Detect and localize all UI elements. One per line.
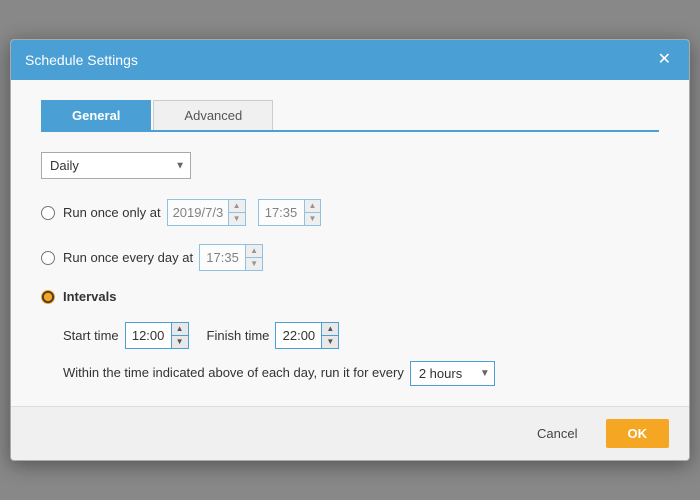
run-once-time-up[interactable]: ▲ bbox=[305, 200, 321, 213]
finish-time-input[interactable] bbox=[276, 323, 321, 348]
title-bar: Schedule Settings ✕ bbox=[11, 40, 689, 80]
run-once-time-buttons: ▲ ▼ bbox=[304, 200, 321, 225]
hours-select-wrapper: 1 hours 2 hours 3 hours 4 hours 6 hours … bbox=[410, 361, 495, 386]
run-once-time-input[interactable] bbox=[259, 200, 304, 225]
intervals-radio-row: Intervals bbox=[41, 289, 659, 304]
finish-time-label: Finish time bbox=[207, 328, 270, 343]
run-daily-time-up[interactable]: ▲ bbox=[246, 245, 262, 258]
tabs-container: General Advanced bbox=[41, 100, 659, 132]
run-daily-radio[interactable] bbox=[41, 251, 55, 265]
run-once-date-buttons: ▲ ▼ bbox=[228, 200, 245, 225]
start-time-down[interactable]: ▼ bbox=[172, 336, 188, 348]
within-row: Within the time indicated above of each … bbox=[63, 361, 659, 386]
close-button[interactable]: ✕ bbox=[654, 50, 675, 70]
cancel-button[interactable]: Cancel bbox=[519, 419, 595, 448]
frequency-row: Daily Weekly Monthly ▼ bbox=[41, 152, 659, 179]
frequency-select[interactable]: Daily Weekly Monthly bbox=[41, 152, 191, 179]
finish-time-buttons: ▲ ▼ bbox=[321, 323, 338, 348]
ok-button[interactable]: OK bbox=[606, 419, 670, 448]
start-time-input[interactable] bbox=[126, 323, 171, 348]
start-time-buttons: ▲ ▼ bbox=[171, 323, 188, 348]
start-time-spinbox: ▲ ▼ bbox=[125, 322, 189, 349]
within-text: Within the time indicated above of each … bbox=[63, 363, 404, 384]
run-once-date-input[interactable] bbox=[168, 200, 228, 225]
run-daily-time-down[interactable]: ▼ bbox=[246, 258, 262, 270]
frequency-select-wrapper: Daily Weekly Monthly ▼ bbox=[41, 152, 191, 179]
run-once-label: Run once only at bbox=[63, 205, 161, 220]
run-once-time-down[interactable]: ▼ bbox=[305, 213, 321, 225]
hours-select[interactable]: 1 hours 2 hours 3 hours 4 hours 6 hours … bbox=[411, 362, 494, 385]
run-once-radio[interactable] bbox=[41, 206, 55, 220]
dialog-title: Schedule Settings bbox=[25, 52, 138, 68]
run-daily-time-buttons: ▲ ▼ bbox=[245, 245, 262, 270]
intervals-label: Intervals bbox=[63, 289, 116, 304]
finish-time-down[interactable]: ▼ bbox=[322, 336, 338, 348]
run-daily-time-spinbox: ▲ ▼ bbox=[199, 244, 263, 271]
run-once-date-up[interactable]: ▲ bbox=[229, 200, 245, 213]
dialog-footer: Cancel OK bbox=[11, 406, 689, 460]
start-time-label: Start time bbox=[63, 328, 119, 343]
run-once-date-down[interactable]: ▼ bbox=[229, 213, 245, 225]
schedule-settings-dialog: Schedule Settings ✕ General Advanced Dai… bbox=[10, 39, 690, 461]
run-once-row: Run once only at ▲ ▼ ▲ ▼ bbox=[41, 199, 659, 226]
tab-general[interactable]: General bbox=[41, 100, 151, 130]
intervals-radio[interactable] bbox=[41, 290, 55, 304]
dialog-body: General Advanced Daily Weekly Monthly ▼ … bbox=[11, 80, 689, 406]
finish-time-spinbox: ▲ ▼ bbox=[275, 322, 339, 349]
tab-advanced[interactable]: Advanced bbox=[153, 100, 273, 130]
run-daily-row: Run once every day at ▲ ▼ bbox=[41, 244, 659, 271]
start-time-up[interactable]: ▲ bbox=[172, 323, 188, 336]
intervals-time-row: Start time ▲ ▼ Finish time ▲ ▼ bbox=[63, 322, 659, 349]
run-daily-time-input[interactable] bbox=[200, 245, 245, 270]
finish-time-up[interactable]: ▲ bbox=[322, 323, 338, 336]
run-daily-label: Run once every day at bbox=[63, 250, 193, 265]
run-once-date-spinbox: ▲ ▼ bbox=[167, 199, 246, 226]
run-once-time-spinbox: ▲ ▼ bbox=[258, 199, 322, 226]
